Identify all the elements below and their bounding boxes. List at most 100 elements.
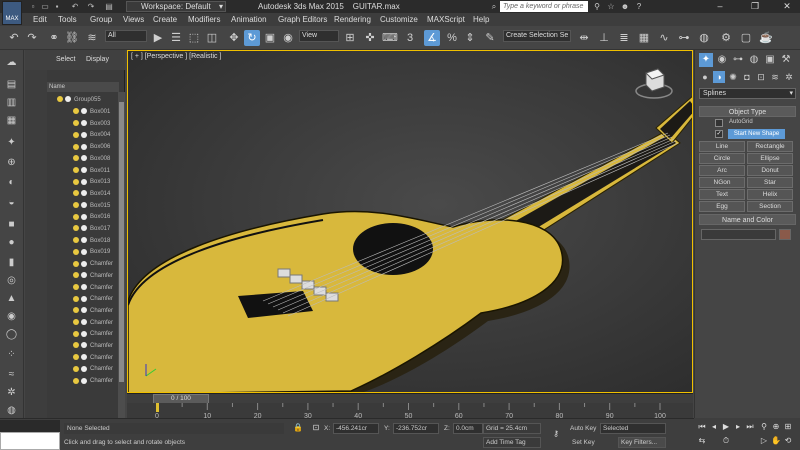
- text-button[interactable]: Text: [699, 189, 745, 200]
- selection-filter-dropdown[interactable]: All: [105, 30, 147, 42]
- box-icon[interactable]: ■: [3, 218, 20, 232]
- menu-tools[interactable]: Tools: [56, 14, 79, 25]
- object-type-rollout[interactable]: Object Type: [699, 106, 796, 117]
- visibility-icon[interactable]: [81, 365, 87, 372]
- tab-display[interactable]: Display: [86, 54, 109, 66]
- visibility-icon[interactable]: [81, 202, 87, 209]
- edit-named-selection-icon[interactable]: ✎: [482, 30, 498, 46]
- lights-icon[interactable]: ✺: [727, 71, 739, 83]
- sign-in-icon[interactable]: ☻: [620, 1, 630, 12]
- ellipse-button[interactable]: Ellipse: [747, 153, 793, 164]
- light-bulb-icon[interactable]: [73, 377, 79, 384]
- light-bulb-icon[interactable]: [73, 354, 79, 361]
- line-button[interactable]: Line: [699, 141, 745, 152]
- visibility-icon[interactable]: [81, 213, 87, 220]
- utilities-tab-icon[interactable]: ⚒: [779, 53, 793, 67]
- visibility-icon[interactable]: [81, 319, 87, 326]
- scene-object-row[interactable]: Box011: [47, 165, 121, 177]
- scene-object-row[interactable]: Chamfer: [47, 340, 121, 352]
- z-coordinate-field[interactable]: 0.0cm: [453, 423, 483, 434]
- space-warps-icon[interactable]: ≋: [769, 71, 781, 83]
- y-coordinate-field[interactable]: -236.752cr: [393, 423, 439, 434]
- search-icon[interactable]: ⚲: [592, 1, 602, 12]
- rectangle-button[interactable]: Rectangle: [747, 141, 793, 152]
- visibility-icon[interactable]: [81, 143, 87, 150]
- light-bulb-icon[interactable]: [73, 330, 79, 337]
- go-to-end-icon[interactable]: ⏭: [744, 422, 756, 432]
- snaps-toggle-icon[interactable]: 3: [402, 30, 418, 46]
- select-object-icon[interactable]: ▶: [150, 30, 166, 46]
- mirror-icon[interactable]: ⇹: [576, 30, 592, 46]
- light-bulb-icon[interactable]: [73, 237, 79, 244]
- visibility-icon[interactable]: [81, 377, 87, 384]
- angle-snap-icon[interactable]: ∡: [424, 30, 440, 46]
- shapes-icon[interactable]: ◑: [713, 71, 725, 83]
- field-of-view-icon[interactable]: ▷: [758, 436, 770, 446]
- window-crossing-icon[interactable]: ◫: [204, 30, 220, 46]
- named-selection-dropdown[interactable]: Create Selection Se: [503, 30, 571, 42]
- menu-modifiers[interactable]: Modifiers: [186, 14, 222, 25]
- globe-icon[interactable]: ◍: [3, 404, 20, 418]
- undo-icon[interactable]: ↶: [6, 30, 22, 46]
- space-warp-icon[interactable]: ≈: [3, 368, 20, 382]
- absolute-mode-icon[interactable]: ⊡: [310, 423, 322, 433]
- reference-coordinate-dropdown[interactable]: View: [299, 30, 339, 42]
- x-coordinate-field[interactable]: -456.241cr: [333, 423, 379, 434]
- time-config-icon[interactable]: ⏱: [720, 436, 732, 446]
- info-icon[interactable]: ?: [634, 1, 644, 12]
- scene-object-row[interactable]: Chamfer: [47, 375, 121, 387]
- start-new-shape-button[interactable]: Start New Shape: [728, 129, 785, 139]
- object-name-field[interactable]: [701, 229, 776, 240]
- scene-object-row[interactable]: Box019: [47, 246, 121, 258]
- visibility-icon[interactable]: [81, 295, 87, 302]
- visibility-icon[interactable]: [81, 108, 87, 115]
- menu-edit[interactable]: Edit: [31, 14, 49, 25]
- arc-button[interactable]: Arc: [699, 165, 745, 176]
- visibility-icon[interactable]: [81, 272, 87, 279]
- schematic-view-icon[interactable]: ⊶: [676, 30, 692, 46]
- cylinder-icon[interactable]: ▮: [3, 256, 20, 270]
- new-file-icon[interactable]: ▫: [28, 2, 38, 11]
- name-and-color-rollout[interactable]: Name and Color: [699, 214, 796, 225]
- set-key-button[interactable]: Set Key: [572, 437, 595, 448]
- material-editor-icon[interactable]: ◍: [696, 30, 712, 46]
- scene-object-row[interactable]: Box013: [47, 176, 121, 188]
- scene-object-row[interactable]: Box016: [47, 211, 121, 223]
- name-column-header[interactable]: Name: [47, 82, 119, 92]
- scene-object-row[interactable]: Chamfer: [47, 258, 121, 270]
- lights-icon[interactable]: ✦: [3, 136, 20, 150]
- selection-lock-icon[interactable]: 🔒: [292, 423, 304, 433]
- help-star-icon[interactable]: ☆: [606, 1, 616, 12]
- geometry-icon[interactable]: ●: [699, 71, 711, 83]
- scene-object-row[interactable]: Chamfer: [47, 282, 121, 294]
- go-to-start-icon[interactable]: ⏮: [696, 422, 708, 432]
- helpers-icon[interactable]: ⊡: [755, 71, 767, 83]
- pivot-center-icon[interactable]: ⊞: [342, 30, 358, 46]
- guitar-model[interactable]: [128, 51, 693, 393]
- visibility-icon[interactable]: [81, 225, 87, 232]
- light-bulb-icon[interactable]: [73, 108, 79, 115]
- scale-icon[interactable]: ▣: [262, 30, 278, 46]
- menu-views[interactable]: Views: [121, 14, 146, 25]
- light-bulb-icon[interactable]: [73, 319, 79, 326]
- scene-object-row[interactable]: Box014: [47, 188, 121, 200]
- scene-object-row[interactable]: Chamfer: [47, 352, 121, 364]
- visibility-icon[interactable]: [65, 96, 71, 103]
- modify-tab-icon[interactable]: ◉: [715, 53, 729, 67]
- render-setup-icon[interactable]: ⚙: [718, 30, 734, 46]
- visibility-icon[interactable]: [81, 178, 87, 185]
- light-bulb-icon[interactable]: [73, 202, 79, 209]
- create-tab-icon[interactable]: ✦: [699, 53, 713, 67]
- visibility-icon[interactable]: [81, 120, 87, 127]
- scene-group-row[interactable]: Group055: [47, 94, 121, 106]
- spinner-snap-icon[interactable]: ⇕: [462, 30, 478, 46]
- scene-object-row[interactable]: Box003: [47, 118, 121, 130]
- display-tab-icon[interactable]: ▣: [763, 53, 777, 67]
- star-button[interactable]: Star: [747, 177, 793, 188]
- graphite-ribbon-icon[interactable]: ▦: [636, 30, 652, 46]
- scene-object-row[interactable]: Box001: [47, 106, 121, 118]
- rectangular-selection-icon[interactable]: ⬚: [186, 30, 202, 46]
- systems-icon[interactable]: ✲: [3, 386, 20, 400]
- scene-object-row[interactable]: Chamfer: [47, 363, 121, 375]
- rotate-icon[interactable]: ↻: [244, 30, 260, 46]
